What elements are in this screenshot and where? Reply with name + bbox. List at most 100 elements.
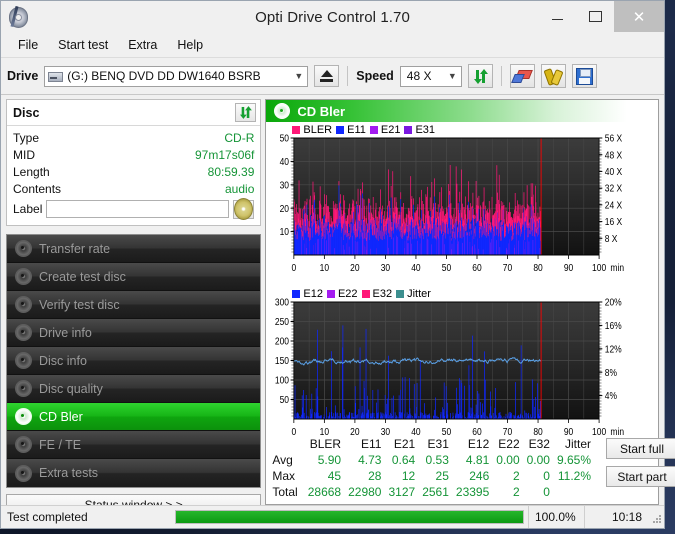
progress-bar-fill	[176, 511, 523, 523]
start-part-button[interactable]: Start part	[606, 466, 675, 487]
panel-title: CD Bler	[297, 103, 346, 119]
disc-label-button[interactable]	[233, 198, 255, 220]
menu-item-help[interactable]: Help	[168, 35, 212, 55]
legend-item-bler: BLER	[292, 124, 332, 136]
menu-item-start-test[interactable]: Start test	[49, 35, 117, 55]
table-row: Max 45 28 12 25 246 2 0 11.2%	[272, 468, 598, 484]
sidebar-item-cd-bler[interactable]: CD Bler	[7, 403, 261, 431]
sidebar-item-transfer-rate[interactable]: Transfer rate	[7, 235, 261, 263]
bler-chart[interactable]: BLER E11 E21 E31 10 20 30 40 50 8 X 16 X…	[268, 124, 656, 284]
disc-type-value: CD-R	[224, 130, 255, 145]
drive-label: Drive	[7, 69, 39, 83]
cell-total-bler: 28668	[307, 485, 342, 499]
disc-icon	[15, 352, 32, 369]
menu-item-extra[interactable]: Extra	[119, 35, 166, 55]
legend-label: E21	[380, 124, 401, 136]
disc-icon	[15, 240, 32, 257]
svg-text:24 X: 24 X	[605, 200, 623, 212]
svg-text:70: 70	[503, 262, 512, 274]
drive-toolbar: Drive (G:) BENQ DVD DD DW1640 BSRB ▼ Spe…	[1, 58, 664, 95]
table-row: Avg 5.90 4.73 0.64 0.53 4.81 0.00 0.00 9…	[272, 452, 598, 468]
drive-select[interactable]: (G:) BENQ DVD DD DW1640 BSRB ▼	[44, 65, 309, 87]
disc-icon	[15, 464, 32, 482]
speed-select-value: 48 X	[406, 69, 432, 83]
svg-text:80: 80	[534, 426, 543, 438]
cell-avg-e12: 4.81	[465, 453, 490, 467]
e12-jitter-chart[interactable]: E12 E22 E32 Jitter 50 100 150 200 250 30…	[268, 288, 656, 448]
progress-bar	[175, 510, 524, 524]
refresh-icon	[473, 68, 488, 84]
legend-label: E32	[372, 288, 393, 300]
save-button[interactable]	[571, 64, 597, 88]
legend-swatch	[292, 290, 301, 298]
disc-mid-label: MID	[13, 147, 35, 162]
toolbar-divider	[347, 66, 349, 86]
disc-icon	[15, 380, 32, 397]
disc-info-panel: Disc Type CD-R MID 97m17s06f Length 80:5…	[6, 99, 262, 226]
svg-text:40: 40	[412, 426, 421, 438]
refresh-drive-button[interactable]	[467, 64, 493, 88]
cell-total-jitter	[557, 484, 598, 500]
disc-icon	[15, 296, 32, 313]
svg-text:20: 20	[351, 426, 360, 438]
sidebar-item-drive-info[interactable]: Drive info	[7, 319, 261, 347]
disc-refresh-button[interactable]	[235, 103, 257, 122]
svg-text:20: 20	[280, 203, 289, 215]
cell-total-e31: 2561	[422, 485, 449, 499]
cell-max-e21: 12	[401, 469, 416, 483]
cell-max-e32: 0	[543, 469, 550, 483]
disc-type-label: Type	[13, 130, 40, 145]
svg-text:50: 50	[280, 394, 289, 406]
cell-avg-e11: 4.73	[358, 453, 382, 467]
resize-grip[interactable]	[648, 510, 662, 524]
save-icon	[575, 67, 593, 85]
window-title: Opti Drive Control 1.70	[255, 8, 410, 26]
sidebar-item-verify-test-disc[interactable]: Verify test disc	[7, 291, 261, 319]
speed-select[interactable]: 48 X ▼	[399, 65, 462, 87]
sidebar-item-create-test-disc[interactable]: Create test disc	[7, 263, 261, 291]
erase-button[interactable]	[509, 64, 535, 88]
sidebar-item-label: Disc quality	[39, 381, 103, 396]
charts-container: BLER E11 E21 E31 10 20 30 40 50 8 X 16 X…	[266, 122, 658, 438]
legend-item-e21: E21	[369, 124, 401, 136]
disc-label-input[interactable]	[46, 200, 230, 218]
legend-swatch	[404, 126, 413, 134]
sidebar-item-label: Extra tests	[39, 466, 99, 480]
svg-text:150: 150	[275, 355, 289, 367]
cell-max-e12: 246	[469, 469, 490, 483]
tools-button[interactable]	[540, 64, 566, 88]
legend-item-e11: E11	[336, 124, 366, 136]
legend-label: Jitter	[407, 288, 431, 300]
cd-icon	[234, 198, 254, 220]
row-label-total: Total	[272, 485, 298, 499]
drive-icon	[48, 70, 64, 83]
disc-icon	[274, 103, 291, 119]
sidebar-item-extra-tests[interactable]: Extra tests	[7, 459, 261, 487]
cell-total-e12: 23395	[455, 485, 490, 499]
legend-swatch	[396, 290, 405, 298]
legend-item-e12: E12	[292, 288, 323, 300]
disc-properties: Type CD-R MID 97m17s06f Length 80:59.39 …	[7, 126, 260, 225]
svg-text:30: 30	[381, 262, 390, 274]
title-bar: Opti Drive Control 1.70 ✕	[1, 1, 664, 33]
bler-chart-canvas: 10 20 30 40 50 8 X 16 X 24 X 32 X 40 X 48 X 56 X 0 10…	[280, 133, 624, 275]
svg-text:70: 70	[503, 426, 512, 438]
chevron-down-icon: ▼	[447, 71, 457, 81]
cell-max-jitter: 11.2%	[557, 469, 592, 483]
cell-total-e21: 3127	[388, 485, 416, 499]
sidebar-item-fe-te[interactable]: FE / TE	[7, 431, 261, 459]
svg-text:12%: 12%	[605, 344, 622, 356]
svg-text:8%: 8%	[605, 367, 618, 379]
disc-row-mid: MID 97m17s06f	[13, 146, 254, 163]
svg-text:90: 90	[564, 426, 573, 438]
menu-item-file[interactable]: File	[9, 35, 47, 55]
eject-button[interactable]	[314, 65, 340, 87]
sidebar-item-disc-quality[interactable]: Disc quality	[7, 375, 261, 403]
sidebar-item-disc-info[interactable]: Disc info	[7, 347, 261, 375]
cell-total-e32: 0	[543, 485, 550, 499]
toolbar-divider	[500, 66, 502, 86]
disc-mid-value: 97m17s06f	[195, 147, 255, 162]
sidebar-item-label: FE / TE	[39, 437, 82, 452]
svg-text:50: 50	[442, 262, 451, 274]
disc-icon	[15, 268, 32, 285]
